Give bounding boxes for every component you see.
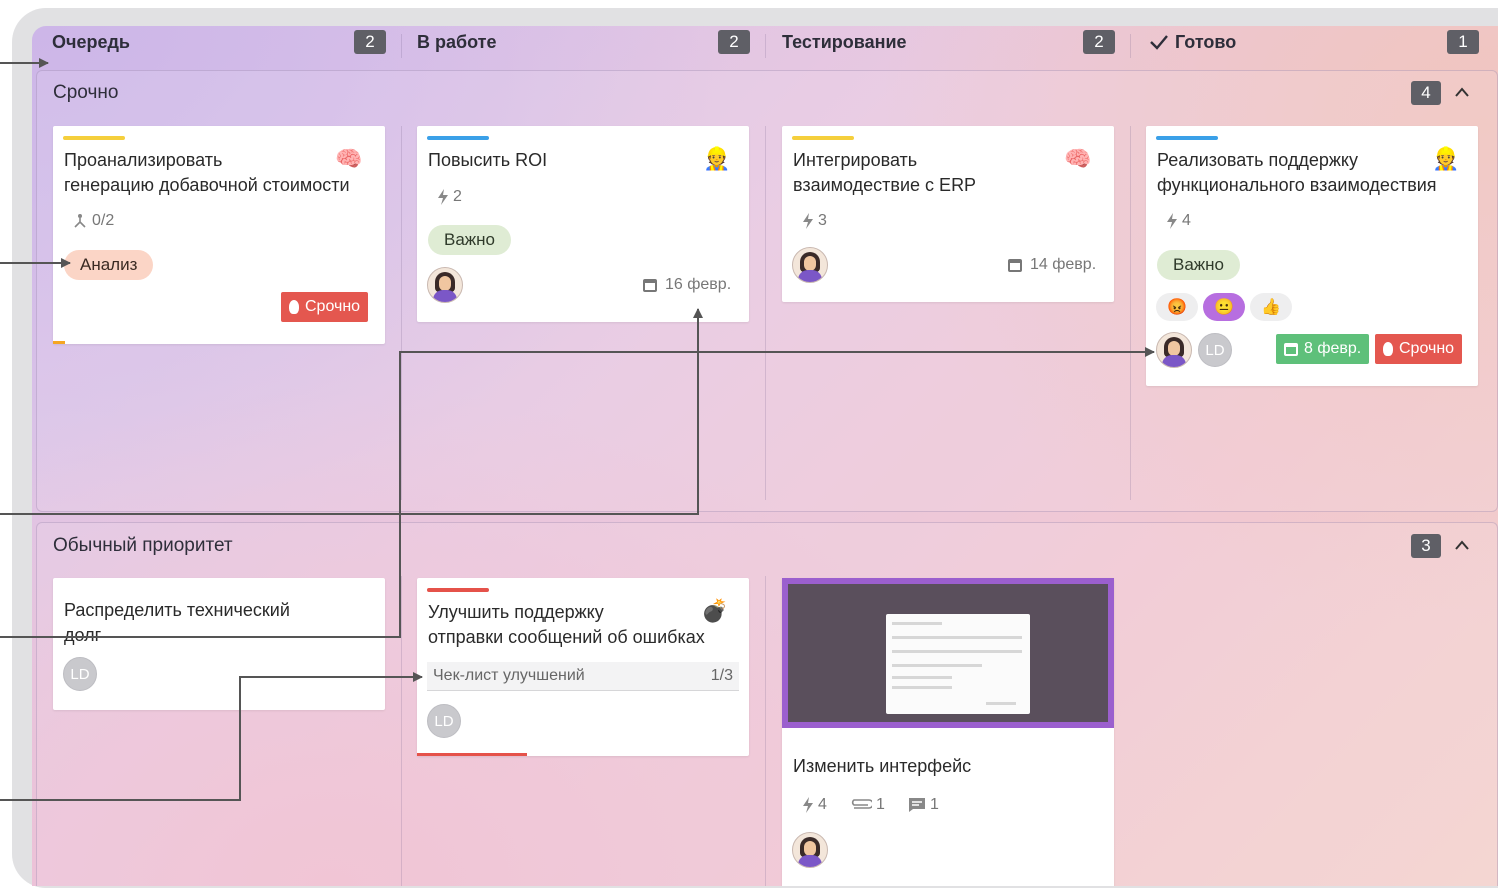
story-points: 3 [802, 212, 827, 230]
lightning-icon [803, 797, 813, 813]
avatar-initials[interactable]: LD [63, 657, 97, 691]
checklist[interactable]: Чек-лист улучшений 1/3 [427, 662, 739, 691]
column-divider [1130, 34, 1131, 58]
checklist-count: 1/3 [710, 667, 733, 684]
checklist-label: Чек-лист улучшений [433, 667, 585, 684]
card-tech-debt[interactable]: Распределить технический долг LD [53, 578, 385, 710]
lightning-icon [803, 213, 813, 229]
column-name: Тестирование [782, 31, 907, 52]
tag-important: Важно [1157, 250, 1241, 280]
count-badge: 2 [718, 30, 750, 54]
worker-icon: 👷 [1432, 146, 1460, 171]
worker-icon: 👷 [703, 146, 731, 171]
checklist-progress-bar [417, 753, 527, 756]
card-title: Реализовать поддержку функционального вз… [1157, 150, 1437, 195]
avatar-initials[interactable]: LD [1198, 333, 1232, 367]
card-title: Улучшить поддержку отправки сообщений об… [428, 602, 705, 647]
priority-stripe [427, 588, 489, 592]
column-count-testing: 2 [1081, 26, 1115, 58]
brain-icon: 🧠 [335, 146, 363, 171]
column-name: Очередь [52, 31, 130, 52]
urgent-badge: Срочно [281, 292, 369, 322]
column-header-queue[interactable]: Очередь [52, 26, 130, 58]
column-divider [765, 576, 766, 886]
avatar[interactable] [792, 832, 828, 868]
card-title: Распределить технический долг [64, 600, 290, 645]
attachment-preview-image[interactable] [782, 578, 1114, 728]
avatar-initials[interactable]: LD [427, 704, 461, 738]
avatar[interactable] [427, 267, 463, 303]
collapse-chevron-icon[interactable] [1454, 535, 1470, 556]
check-icon [1150, 35, 1168, 50]
lane-title: Срочно [53, 82, 119, 103]
lane-count-badge: 4 [1411, 81, 1441, 105]
story-points: 2 [437, 188, 462, 206]
column-divider [401, 34, 402, 58]
column-count-in-progress: 2 [716, 26, 750, 58]
card-analyze[interactable]: Проанализировать генерацию добавочной ст… [53, 126, 385, 344]
fire-icon [289, 300, 299, 314]
column-header-testing[interactable]: Тестирование [782, 26, 907, 58]
column-name: Готово [1175, 31, 1237, 52]
card-title: Проанализировать генерацию добавочной ст… [64, 150, 350, 195]
column-divider [765, 126, 766, 500]
column-count-done: 1 [1445, 26, 1479, 58]
card-erp-integration[interactable]: Интегрировать взаимодествие с ERP 🧠 3 14… [782, 126, 1114, 302]
story-points: 4 [802, 796, 827, 814]
lane-count-badge: 3 [1411, 534, 1441, 558]
avatar[interactable] [792, 247, 828, 283]
reaction-thumbs-up[interactable]: 👍 [1250, 293, 1292, 321]
column-header-done[interactable]: Готово [1149, 26, 1236, 58]
attachments-counter: 1 [848, 796, 885, 814]
comment-icon [909, 798, 925, 812]
priority-stripe [63, 136, 125, 140]
avatar[interactable] [1156, 332, 1192, 368]
subtasks-icon [74, 214, 86, 228]
due-date: 16 февр. [643, 276, 731, 294]
collapse-chevron-icon[interactable] [1454, 82, 1470, 103]
card-title: Изменить интерфейс [793, 756, 972, 776]
paperclip-icon [851, 799, 872, 809]
story-points: 4 [1166, 212, 1191, 230]
card-increase-roi[interactable]: Повысить ROI 👷 2 Важно 16 февр. [417, 126, 749, 322]
calendar-icon [643, 278, 657, 292]
brain-icon: 🧠 [1064, 146, 1092, 171]
fire-icon [1383, 342, 1393, 356]
card-title: Интегрировать взаимодествие с ERP [793, 150, 977, 195]
priority-stripe [1156, 136, 1218, 140]
tag-analysis: Анализ [64, 250, 154, 280]
count-badge: 1 [1447, 30, 1479, 54]
card-title: Повысить ROI [428, 150, 548, 170]
column-count-queue: 2 [352, 26, 386, 58]
column-divider [401, 126, 402, 500]
subtasks-counter: 0/2 [72, 212, 114, 230]
lightning-icon [1167, 213, 1177, 229]
card-change-interface[interactable]: Изменить интерфейс 4 1 1 [782, 578, 1114, 886]
reaction-angry[interactable]: 😡 [1156, 293, 1198, 321]
column-name: В работе [417, 31, 497, 52]
urgent-badge: Срочно [1375, 334, 1463, 364]
due-date-badge: 8 февр. [1276, 334, 1370, 364]
kanban-board: Очередь 2 В работе 2 Тестирование 2 Гото… [32, 26, 1498, 886]
column-divider [765, 34, 766, 58]
due-date: 14 февр. [1008, 256, 1096, 274]
bomb-icon: 💣 [701, 598, 729, 623]
tag-important: Важно [428, 225, 512, 255]
lightning-icon [438, 189, 448, 205]
priority-stripe [427, 136, 489, 140]
card-error-reports[interactable]: Улучшить поддержку отправки сообщений об… [417, 578, 749, 756]
progress-bar [53, 341, 65, 344]
column-header-in-progress[interactable]: В работе [417, 26, 497, 58]
column-divider [1130, 126, 1131, 500]
priority-stripe [792, 136, 854, 140]
comments-counter: 1 [908, 796, 939, 814]
calendar-icon [1284, 342, 1298, 356]
count-badge: 2 [354, 30, 386, 54]
lane-title: Обычный приоритет [53, 535, 233, 556]
column-divider [401, 576, 402, 886]
reaction-neutral[interactable]: 😐 [1203, 293, 1245, 321]
card-functional-support[interactable]: Реализовать поддержку функционального вз… [1146, 126, 1478, 386]
calendar-icon [1008, 258, 1022, 272]
count-badge: 2 [1083, 30, 1115, 54]
